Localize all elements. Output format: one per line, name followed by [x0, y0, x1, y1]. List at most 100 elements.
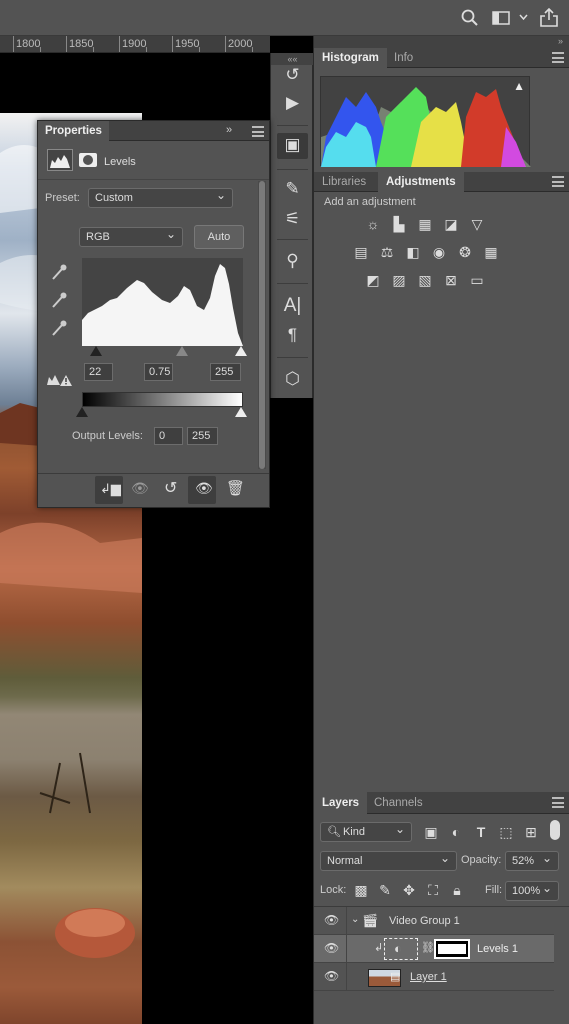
white-point-eyedropper-icon[interactable]: [51, 319, 67, 337]
layer-filter-select[interactable]: 🔍︎ Kind: [320, 820, 412, 842]
output-black-slider[interactable]: [76, 407, 88, 417]
share-icon[interactable]: [540, 8, 558, 27]
visibility-eye-icon[interactable]: 👁︎: [324, 970, 339, 982]
view-previous-icon[interactable]: 👁︎: [131, 480, 149, 497]
input-black-field[interactable]: 22: [84, 363, 113, 381]
layer-name[interactable]: Layer 1: [410, 971, 447, 983]
clip-to-layer-icon[interactable]: ↲▆: [100, 481, 121, 497]
input-white-slider[interactable]: [235, 346, 247, 356]
selective-color-icon[interactable]: ⊠: [442, 272, 460, 288]
filter-shape-icon[interactable]: ⬚: [497, 824, 515, 840]
layer-name[interactable]: Levels 1: [477, 943, 518, 955]
preset-select[interactable]: Custom: [88, 186, 233, 208]
adjustment-thumbnail[interactable]: ◐: [384, 938, 418, 960]
layer-row-levels[interactable]: 👁︎ ↲ ◐ ⛓︎ Levels 1: [314, 935, 554, 963]
lock-position-icon[interactable]: ✥: [400, 882, 418, 898]
collapse-icon[interactable]: »: [226, 124, 232, 136]
auto-button[interactable]: Auto: [194, 225, 244, 249]
chevron-down-icon[interactable]: ⌄: [351, 914, 359, 925]
lock-transparent-icon[interactable]: ▩: [352, 882, 370, 898]
gradient-triangle-icon[interactable]: ▽: [468, 216, 486, 232]
input-gamma-slider[interactable]: [176, 346, 188, 356]
tab-layers[interactable]: Layers: [314, 792, 368, 814]
filter-toggle[interactable]: [550, 820, 560, 840]
gradient-map-icon[interactable]: ▭: [468, 272, 486, 288]
layer-name[interactable]: Video Group 1: [389, 915, 460, 927]
opacity-input[interactable]: 52%: [505, 849, 559, 871]
expand-icon[interactable]: »: [558, 36, 563, 46]
channel-mixer-icon[interactable]: ❂: [456, 244, 474, 260]
curves-icon[interactable]: ▦: [416, 216, 434, 232]
panel-menu-icon[interactable]: [552, 52, 564, 63]
brightness-contrast-icon[interactable]: ☼: [364, 216, 382, 232]
filter-adjustment-icon[interactable]: ◐: [447, 824, 465, 840]
history-icon[interactable]: ↺: [271, 65, 314, 85]
blend-mode-select[interactable]: Normal: [320, 849, 457, 871]
output-white-field[interactable]: 255: [187, 427, 218, 445]
black-point-eyedropper-icon[interactable]: [51, 263, 67, 281]
posterize-icon[interactable]: ▨: [390, 272, 408, 288]
visibility-eye-icon[interactable]: 👁︎: [324, 942, 339, 954]
reset-icon[interactable]: ↺: [164, 478, 177, 498]
panel-menu-icon[interactable]: [252, 126, 264, 137]
search-icon[interactable]: [461, 9, 479, 27]
chevron-down-icon[interactable]: [519, 14, 528, 21]
lock-image-icon[interactable]: ✎: [376, 882, 394, 898]
brushes-icon[interactable]: ✎: [271, 179, 314, 199]
tab-adjustments[interactable]: Adjustments: [378, 172, 464, 192]
play-action-icon[interactable]: ▶: [271, 93, 314, 113]
photo-filter-icon[interactable]: ◉: [430, 244, 448, 260]
levels-adjustment-icon[interactable]: [47, 149, 73, 171]
filter-type-icon[interactable]: T: [472, 824, 490, 840]
character-icon[interactable]: A|: [271, 295, 314, 317]
panel-menu-icon[interactable]: [552, 797, 564, 808]
clipping-warning-icon[interactable]: [46, 373, 72, 387]
clone-source-icon[interactable]: ⚲: [271, 251, 314, 271]
toggle-visibility-icon[interactable]: 👁︎: [195, 480, 213, 497]
gray-point-eyedropper-icon[interactable]: [51, 291, 67, 309]
levels-icon[interactable]: ▙: [390, 216, 408, 232]
layer-mask-thumbnail[interactable]: [434, 939, 470, 959]
threshold-icon[interactable]: ▧: [416, 272, 434, 288]
paragraph-icon[interactable]: ¶: [271, 325, 314, 345]
fill-input[interactable]: 100%: [505, 879, 559, 901]
channel-select[interactable]: RGB: [79, 225, 183, 247]
invert-icon[interactable]: ◩: [364, 272, 382, 288]
input-gamma-field[interactable]: 0.75: [144, 363, 173, 381]
lock-all-icon[interactable]: 🔒︎: [448, 882, 466, 898]
visibility-eye-icon[interactable]: 👁︎: [324, 914, 339, 926]
lock-artboard-icon[interactable]: ⛶: [424, 882, 442, 898]
brush-settings-icon[interactable]: ⚟: [271, 209, 314, 229]
tab-histogram[interactable]: Histogram: [314, 48, 387, 68]
exposure-icon[interactable]: ◪: [442, 216, 460, 232]
ruler-label: 1850: [69, 38, 94, 50]
filter-smart-object-icon[interactable]: ⊞: [522, 824, 540, 840]
color-lookup-icon[interactable]: ▦: [482, 244, 500, 260]
output-gradient-bar: [82, 392, 243, 407]
vibrance-icon[interactable]: ▤: [352, 244, 370, 260]
collapse-icon[interactable]: ««: [271, 53, 314, 65]
output-white-slider[interactable]: [235, 407, 247, 417]
scrollbar-track[interactable]: [258, 181, 266, 469]
tab-channels[interactable]: Channels: [366, 792, 431, 814]
delete-icon[interactable]: 🗑︎: [226, 479, 245, 497]
output-black-field[interactable]: 0: [154, 427, 183, 445]
panel-menu-icon[interactable]: [552, 176, 564, 187]
3d-icon[interactable]: ⬡: [271, 369, 314, 389]
layer-row-group[interactable]: 👁︎ ⌄ 🎬︎ Video Group 1: [314, 907, 554, 935]
link-icon[interactable]: ⛓︎: [421, 941, 435, 954]
input-white-field[interactable]: 255: [210, 363, 241, 381]
tab-info[interactable]: Info: [386, 48, 421, 68]
mask-icon[interactable]: [77, 149, 99, 171]
layer-row-video[interactable]: 👁︎ ▤ Layer 1: [314, 963, 554, 991]
tab-libraries[interactable]: Libraries: [314, 172, 374, 192]
color-balance-icon[interactable]: ⚖: [378, 244, 396, 260]
black-white-icon[interactable]: ◧: [404, 244, 422, 260]
video-group-icon: 🎬︎: [362, 913, 379, 928]
tab-properties[interactable]: Properties: [38, 121, 109, 141]
properties-icon[interactable]: ▣: [271, 135, 314, 155]
warning-icon[interactable]: ▲: [513, 79, 525, 93]
filter-pixel-icon[interactable]: ▣: [422, 824, 440, 840]
workspace-icon[interactable]: [492, 11, 510, 25]
input-black-slider[interactable]: [90, 346, 102, 356]
